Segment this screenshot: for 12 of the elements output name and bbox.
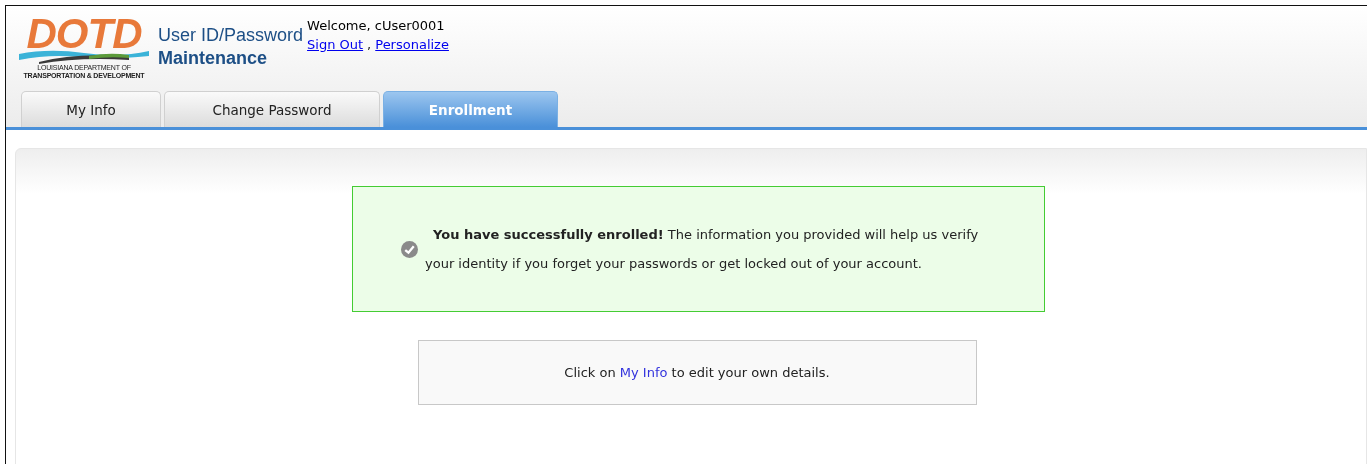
header-link[interactable]: Personalize	[375, 35, 449, 54]
link-separator: ,	[367, 36, 372, 54]
header-link[interactable]: Sign Out	[307, 35, 364, 54]
tab[interactable]: Change Password	[164, 91, 380, 127]
success-message: You have successfully enrolled! The information you provided will help us verify your identity if you forget your passwords or get locked out of your account.	[425, 225, 980, 273]
checkmark-icon	[401, 240, 418, 258]
tab[interactable]: My Info	[21, 91, 161, 127]
welcome-text: Welcome, cUser0001	[307, 18, 445, 33]
app-subtitle: Maintenance	[158, 47, 269, 70]
my-info-link[interactable]: My Info	[619, 365, 668, 380]
info-text: Click on My Info to edit your own details.	[564, 365, 830, 380]
app-title: User ID/Password	[158, 24, 304, 47]
